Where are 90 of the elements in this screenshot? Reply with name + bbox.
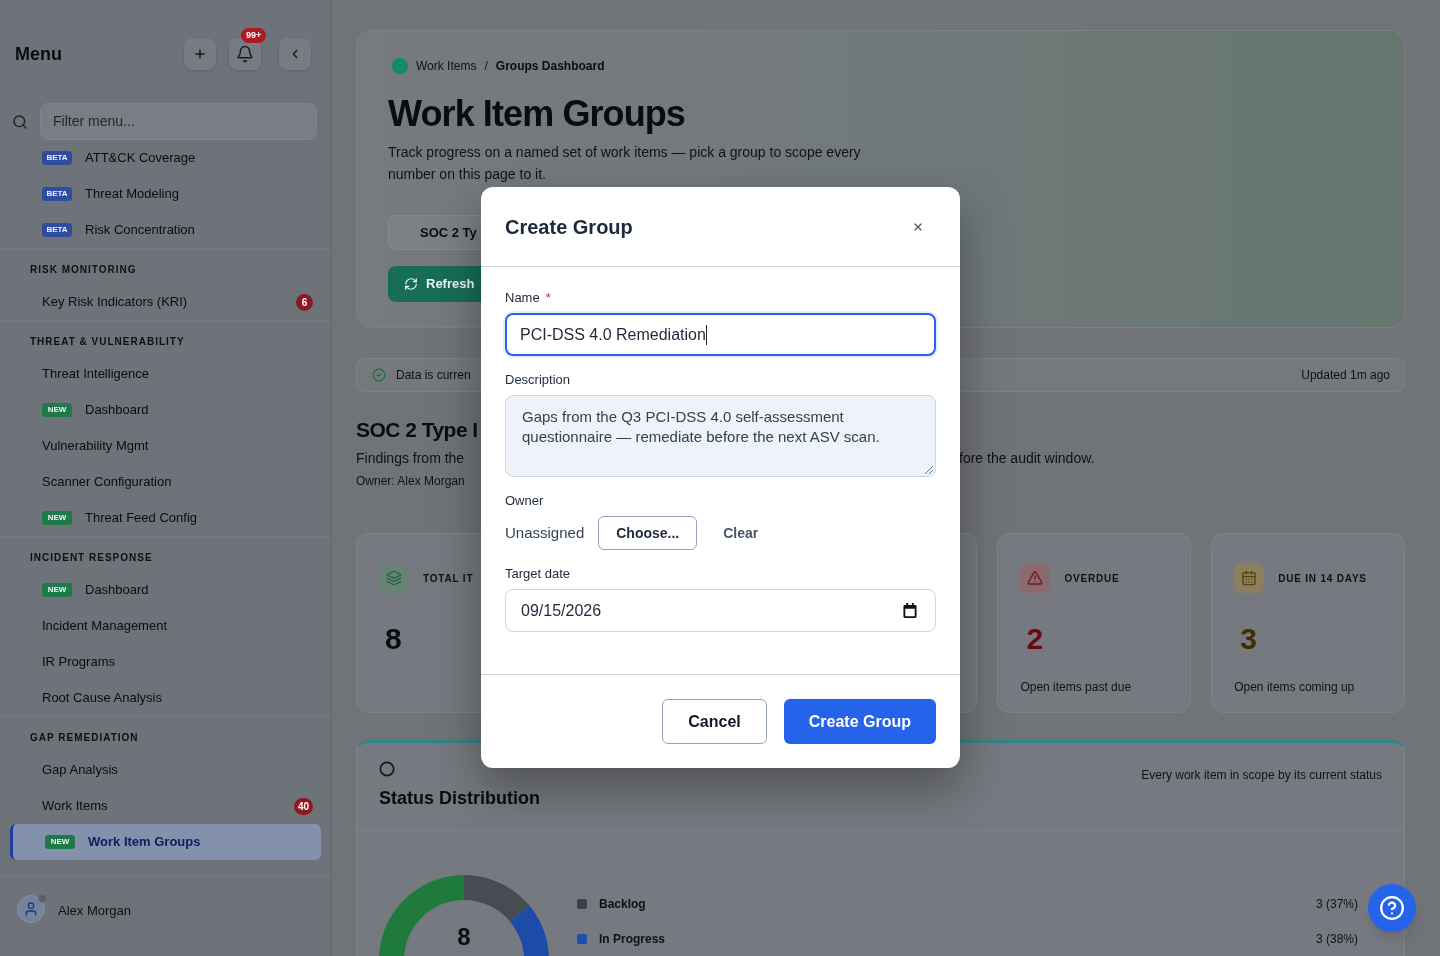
sidebar-item[interactable]: Threat Intelligence — [10, 356, 321, 392]
sidebar-item[interactable]: IR Programs — [10, 644, 321, 680]
legend-value: 3 (37%) — [1315, 896, 1358, 913]
notification-badge: 99+ — [241, 28, 267, 43]
add-button[interactable] — [184, 38, 216, 70]
cancel-button[interactable]: Cancel — [662, 699, 767, 744]
section-heading: GAP REMEDIATION — [30, 731, 139, 745]
stat-label: OVERDUE — [1064, 571, 1120, 586]
sidebar-item[interactable]: Vulnerability Mgmt — [10, 428, 321, 464]
bell-icon — [236, 45, 254, 63]
choose-owner-button[interactable]: Choose... — [598, 516, 698, 550]
calendar-icon[interactable] — [903, 603, 917, 618]
date-input[interactable]: 09/15/2026 — [505, 589, 936, 632]
updated-time: Updated 1m ago — [1301, 367, 1390, 384]
section-heading: THREAT & VULNERABILITY — [30, 335, 185, 349]
calendar-icon — [1234, 563, 1265, 593]
sidebar-item[interactable]: BETA ATT&CK Coverage — [10, 140, 321, 176]
status-tag: BETA — [42, 223, 72, 237]
description-textarea[interactable]: Gaps from the Q3 PCI-DSS 4.0 self-assessment questionnaire — remediate before the next ASV scan. — [505, 395, 936, 477]
stat-caption: Open items past due — [1020, 679, 1132, 695]
help-icon — [1379, 895, 1405, 921]
sidebar-item[interactable]: NEW Threat Feed Config — [10, 500, 321, 536]
dialog-title: Create Group — [505, 214, 633, 240]
stat-value: 8 — [385, 623, 402, 655]
layers-icon — [379, 563, 409, 593]
legend-label: Backlog — [599, 896, 646, 913]
required-mark: * — [545, 289, 551, 308]
group-description: Findings from the — [356, 449, 465, 468]
status-message: Data is curren — [396, 367, 471, 384]
sidebar-item[interactable]: Gap Analysis — [10, 752, 321, 788]
sidebar-item[interactable]: Work Items 40 — [10, 788, 321, 824]
warning-icon — [1020, 563, 1051, 593]
search-icon — [12, 113, 28, 130]
field-label: Owner — [505, 492, 544, 510]
sidebar-item[interactable]: Key Risk Indicators (KRI) 6 — [10, 284, 321, 320]
section-heading: INCIDENT RESPONSE — [30, 551, 153, 565]
card-title: Status Distribution — [379, 787, 540, 810]
status-tag: BETA — [42, 151, 72, 165]
stat-caption: Open items coming up — [1234, 679, 1355, 695]
filter-field[interactable]: Filter menu... — [40, 103, 317, 140]
group-title: SOC 2 Type I — [356, 417, 478, 443]
sidebar-item[interactable]: NEW Dashboard — [10, 392, 321, 428]
stat-value: 2 — [1026, 623, 1044, 655]
create-group-button[interactable]: Create Group — [783, 699, 936, 744]
group-description: fore the audit window. — [959, 449, 1095, 468]
status-tag: NEW — [42, 403, 72, 417]
group-owner: Owner: Alex Morgan — [356, 473, 465, 489]
stat-label: TOTAL IT — [423, 571, 474, 586]
status-tag: NEW — [42, 583, 72, 597]
field-label: Description — [505, 371, 571, 389]
stat-label: DUE IN 14 DAYS — [1278, 571, 1367, 586]
sidebar-item[interactable]: Root Cause Analysis — [10, 680, 321, 716]
status-tag: NEW — [42, 511, 72, 525]
page-title: Work Item Groups — [388, 92, 685, 136]
check-icon — [372, 368, 386, 382]
user-icon — [23, 901, 39, 917]
status-tag: BETA — [42, 187, 72, 201]
resize-grip-icon[interactable] — [925, 466, 933, 474]
clear-owner-button[interactable]: Clear — [711, 516, 771, 550]
breadcrumb-current: Groups Dashboard — [495, 58, 605, 75]
plus-icon — [193, 47, 207, 61]
sidebar-item[interactable]: BETA Threat Modeling — [10, 176, 321, 212]
breadcrumb-separator: / — [484, 58, 488, 75]
refresh-icon — [404, 277, 418, 291]
breadcrumb-link[interactable]: Work Items — [416, 57, 477, 75]
legend-value: 3 (38%) — [1315, 931, 1358, 948]
donut-total: 8 — [457, 923, 471, 951]
user-name: Alex Morgan — [58, 902, 131, 920]
section-heading: RISK MONITORING — [30, 263, 137, 277]
page-description: Track progress on a named set of work items — pick a group to scope every number on this page to it. — [388, 143, 862, 184]
card-subtitle: Every work item in scope by its current status — [1141, 767, 1382, 783]
stat-value: 3 — [1240, 623, 1257, 655]
sidebar-item[interactable]: NEW Dashboard — [10, 572, 321, 608]
status-tag: NEW — [45, 835, 75, 849]
sidebar-item[interactable]: NEW Work Item Groups — [10, 824, 321, 860]
field-label: Target date — [505, 565, 571, 583]
name-input[interactable]: PCI-DSS 4.0 Remediation — [505, 313, 936, 356]
owner-value: Unassigned — [505, 522, 585, 543]
circle-icon — [379, 761, 395, 777]
text-cursor-icon — [705, 324, 708, 345]
count-badge: 6 — [296, 293, 313, 311]
sidebar-title: Menu — [15, 42, 62, 66]
sidebar-item[interactable]: Scanner Configuration — [10, 464, 321, 500]
field-label: Name — [505, 289, 540, 307]
notifications-button[interactable] — [229, 38, 261, 70]
legend-label: In Progress — [599, 931, 666, 948]
sidebar-item[interactable]: Incident Management — [10, 608, 321, 644]
count-badge: 40 — [293, 797, 313, 815]
sidebar-item[interactable]: BETA Risk Concentration — [10, 212, 321, 248]
user-avatar[interactable] — [17, 895, 45, 923]
